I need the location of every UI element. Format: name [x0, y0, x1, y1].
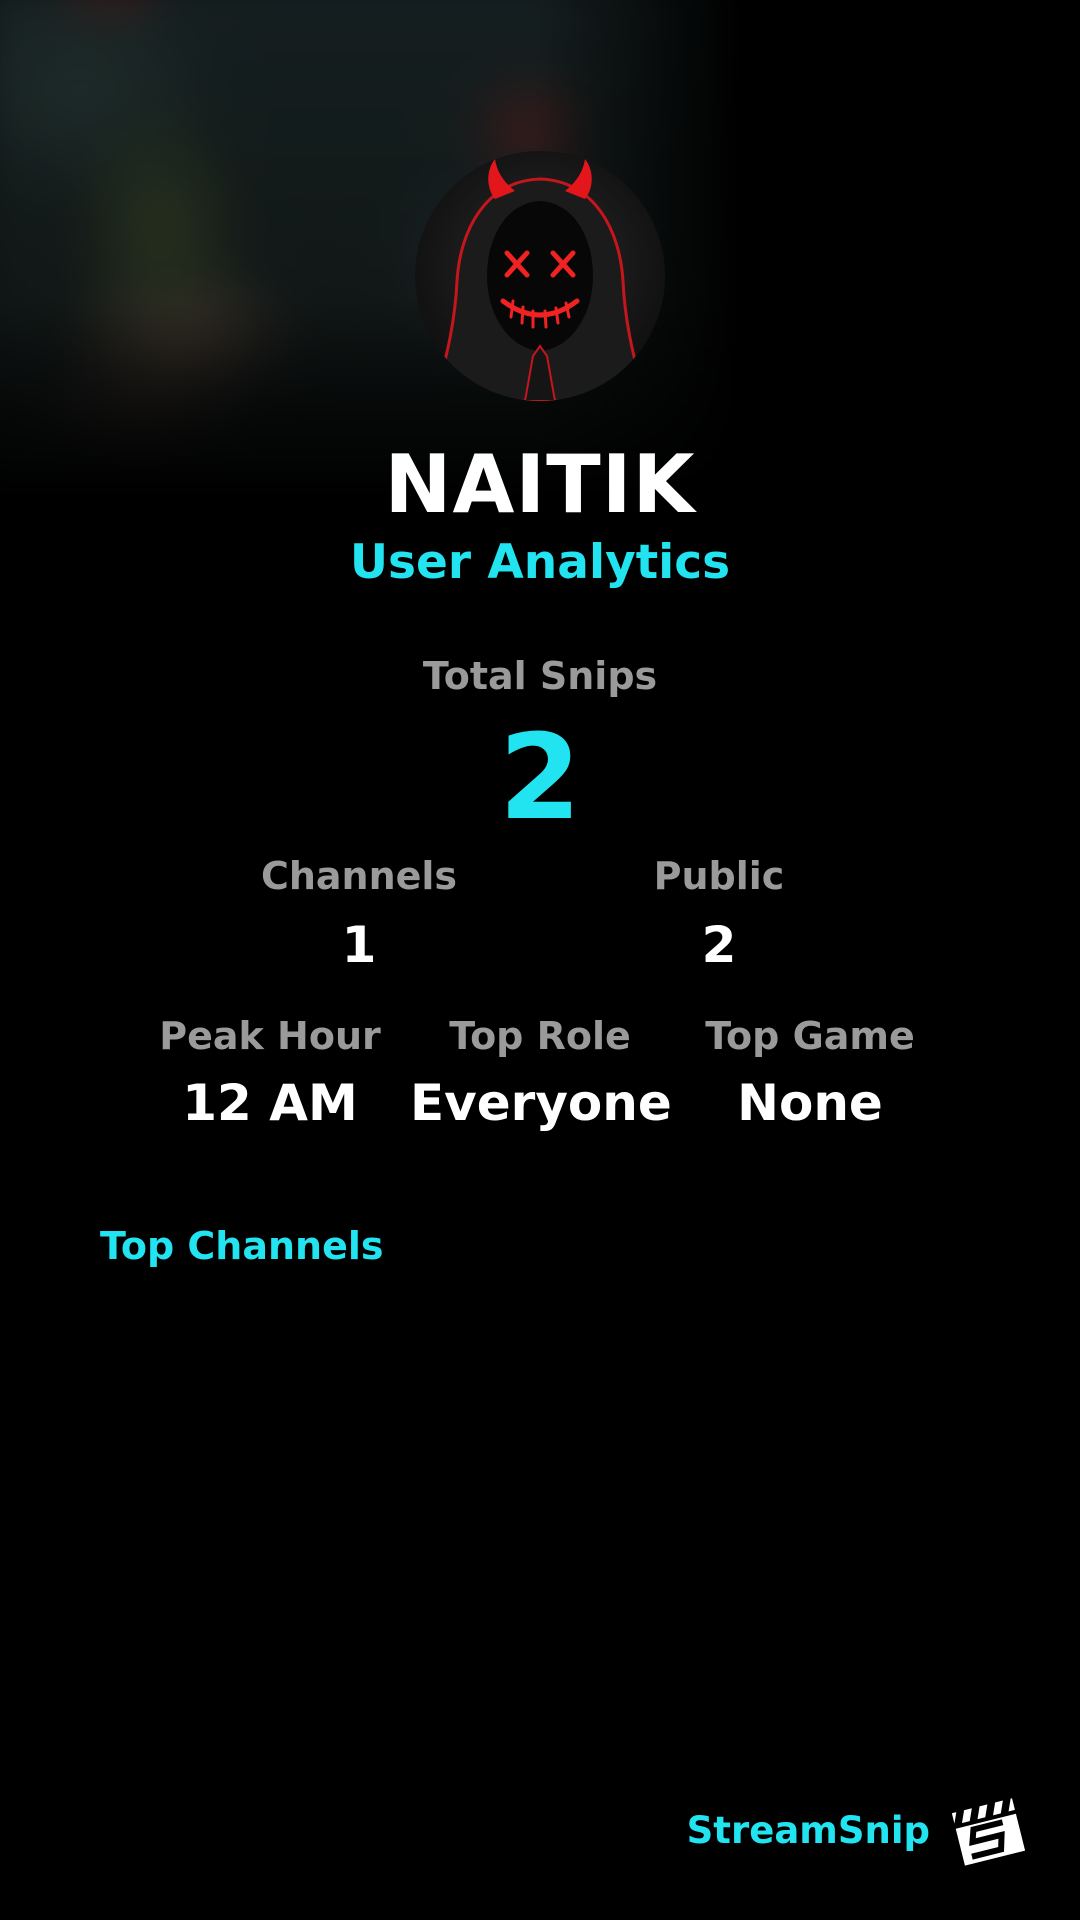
hooded-devil-avatar-icon: [433, 159, 647, 401]
analytics-card: NAITIK User Analytics Total Snips 2 Chan…: [0, 0, 1080, 1920]
stat-top-role: Top Role Everyone: [410, 1012, 672, 1132]
top-channels-heading: Top Channels: [100, 1224, 384, 1268]
stat-peak-hour-label: Peak Hour: [159, 1014, 381, 1058]
stat-public: Public 2: [599, 852, 839, 974]
stat-top-game: Top Game None: [690, 1012, 930, 1132]
brand-footer: StreamSnip: [687, 1790, 1028, 1870]
page-subtitle: User Analytics: [349, 535, 731, 590]
stat-public-value: 2: [701, 916, 737, 974]
stat-channels-label: Channels: [260, 854, 458, 898]
stat-top-role-label: Top Role: [449, 1014, 631, 1058]
username: NAITIK: [384, 438, 696, 531]
stat-peak-hour-value: 12 AM: [182, 1074, 358, 1132]
stat-channels: Channels 1: [239, 852, 479, 974]
total-snips-value: 2: [498, 708, 582, 846]
stat-top-role-value: Everyone: [410, 1074, 672, 1132]
total-snips-label: Total Snips: [422, 654, 658, 698]
avatar: [415, 151, 665, 401]
stat-top-game-label: Top Game: [705, 1014, 915, 1058]
stat-top-game-value: None: [737, 1074, 883, 1132]
stat-public-label: Public: [653, 854, 785, 898]
brand-name: StreamSnip: [686, 1808, 930, 1852]
stat-peak-hour: Peak Hour 12 AM: [150, 1012, 390, 1132]
stat-channels-value: 1: [341, 916, 377, 974]
clapperboard-logo-icon: [948, 1790, 1028, 1870]
